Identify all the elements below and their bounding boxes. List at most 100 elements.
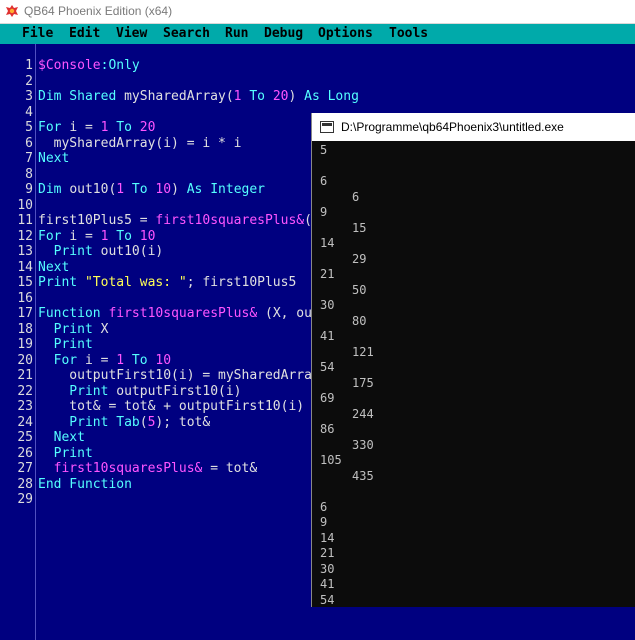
console-title: D:\Programme\qb64Phoenix3\untitled.exe — [341, 120, 564, 134]
code-token: 20 — [272, 89, 289, 104]
code-line[interactable]: Print out10(i) — [38, 244, 164, 260]
code-token: To — [124, 352, 156, 368]
code-line[interactable]: Dim out10(1 To 10) As Integer — [38, 182, 265, 198]
code-token: i = — [84, 352, 117, 368]
line-number-gutter: 1 2 3 4 5 6 7 8 9 10 11 12 13 14 15 16 17 18 19 20 21 22 23 24 2… — [0, 44, 35, 640]
menu-search[interactable]: Search — [163, 25, 210, 43]
line-number: 23 — [17, 399, 33, 414]
code-token: i = — [69, 120, 101, 135]
code-line[interactable]: Print — [38, 337, 93, 353]
code-token: out10( — [69, 182, 117, 197]
code-line[interactable]: Next — [38, 430, 85, 446]
code-token: For — [38, 352, 85, 368]
window-titlebar[interactable]: QB64 Phoenix Edition (x64) — [0, 0, 635, 24]
code-token: Print Tab — [38, 414, 140, 430]
code-line[interactable]: mySharedArray(i) = i * i — [38, 136, 242, 152]
line-number: 5 — [25, 120, 33, 135]
menu-file[interactable]: File — [22, 25, 53, 43]
code-token: Function — [38, 306, 109, 321]
code-token: To — [108, 120, 140, 135]
line-number: 27 — [17, 461, 33, 476]
code-line[interactable]: Next — [38, 151, 69, 167]
menu-view[interactable]: View — [116, 25, 147, 43]
code-token: Next — [38, 259, 70, 275]
console-app-icon — [320, 121, 334, 133]
console-output-line: 21 — [320, 267, 335, 281]
code-line[interactable]: Dim Shared mySharedArray(1 To 20) As Lon… — [38, 89, 359, 105]
code-token: As Integer — [186, 182, 266, 197]
menu-debug[interactable]: Debug — [264, 25, 303, 43]
code-line[interactable]: Print X — [38, 322, 109, 338]
code-line[interactable]: $Console:Only — [38, 58, 140, 74]
line-number: 20 — [17, 352, 33, 368]
console-output-line: 86 — [320, 422, 335, 436]
console-window[interactable]: D:\Programme\qb64Phoenix3\untitled.exe 5… — [311, 113, 635, 607]
code-line[interactable]: Print — [38, 446, 93, 462]
code-token: ; first10Plus5 — [186, 275, 297, 290]
line-number: 8 — [25, 166, 33, 182]
console-output-line: 5 — [320, 143, 328, 157]
console-output-line: 21 — [320, 546, 335, 560]
console-output-line: 41 — [320, 577, 335, 591]
code-token: For — [38, 120, 70, 135]
line-number: 14 — [17, 259, 33, 275]
code-token: Print — [38, 244, 101, 259]
line-number: 28 — [17, 476, 33, 492]
console-output-line: 175 — [352, 375, 374, 390]
code-token: 1 — [116, 182, 125, 197]
console-output-line: 244 — [352, 406, 374, 421]
code-token: Print — [38, 275, 85, 290]
code-token: Next — [38, 151, 70, 166]
code-token: outputFirst10(i) — [116, 383, 242, 399]
console-output-line: 6 — [320, 499, 328, 514]
code-line[interactable]: For i = 1 To 10 — [38, 353, 171, 369]
code-token: mySharedArray(i) = i * i — [38, 135, 242, 151]
line-number: 3 — [25, 89, 33, 104]
line-number: 15 — [17, 275, 33, 290]
line-number: 25 — [17, 430, 33, 445]
menu-options[interactable]: Options — [318, 25, 373, 43]
console-titlebar[interactable]: D:\Programme\qb64Phoenix3\untitled.exe — [312, 113, 635, 141]
console-output-line: 121 — [352, 344, 374, 359]
code-token: 10 — [155, 182, 172, 197]
code-line[interactable]: Print Tab(5); tot& — [38, 415, 210, 431]
menu-run[interactable]: Run — [225, 25, 248, 43]
code-line[interactable]: For i = 1 To 10 — [38, 229, 155, 245]
console-output-line: 14 — [320, 530, 335, 545]
console-output-line: 6 — [320, 174, 328, 188]
code-token: :Only — [100, 58, 140, 73]
code-token: $Console — [38, 58, 101, 73]
code-token: first10Plus5 = — [38, 213, 156, 228]
console-output-line: 9 — [320, 205, 328, 219]
line-number: 16 — [17, 290, 33, 306]
line-number: 11 — [17, 213, 33, 228]
code-token: 10 — [139, 228, 156, 244]
code-line[interactable]: End Function — [38, 477, 132, 493]
code-token: i = — [69, 228, 101, 244]
code-token: Dim Shared — [38, 89, 125, 104]
code-line[interactable]: Print outputFirst10(i) — [38, 383, 242, 400]
console-output-line: 105 — [320, 453, 342, 467]
line-number: 1 — [25, 58, 33, 73]
code-token: To — [108, 228, 140, 244]
code-line[interactable]: For i = 1 To 20 — [38, 120, 155, 136]
console-output-line: 330 — [352, 437, 374, 452]
line-number: 19 — [17, 337, 33, 352]
code-token: "Total was: " — [84, 275, 187, 290]
code-token: Print — [38, 337, 93, 352]
console-output-line: 54 — [320, 360, 335, 374]
console-output-line: 435 — [352, 468, 374, 483]
menu-tools[interactable]: Tools — [389, 25, 428, 43]
code-token: ) — [288, 89, 305, 104]
qb64-phoenix-icon — [6, 5, 18, 17]
code-token: ( — [139, 414, 148, 430]
code-line[interactable]: Print "Total was: "; first10Plus5 — [38, 275, 296, 291]
code-token: Dim — [38, 182, 70, 197]
code-token: Print — [38, 383, 117, 399]
code-line[interactable]: Next — [38, 260, 69, 276]
code-token: out10(i) — [100, 244, 164, 259]
code-line[interactable]: tot& = tot& + outputFirst10(i) — [38, 399, 304, 415]
line-number: 13 — [17, 244, 33, 259]
menu-edit[interactable]: Edit — [69, 25, 100, 43]
code-line[interactable]: first10squaresPlus& = tot& — [38, 461, 258, 477]
